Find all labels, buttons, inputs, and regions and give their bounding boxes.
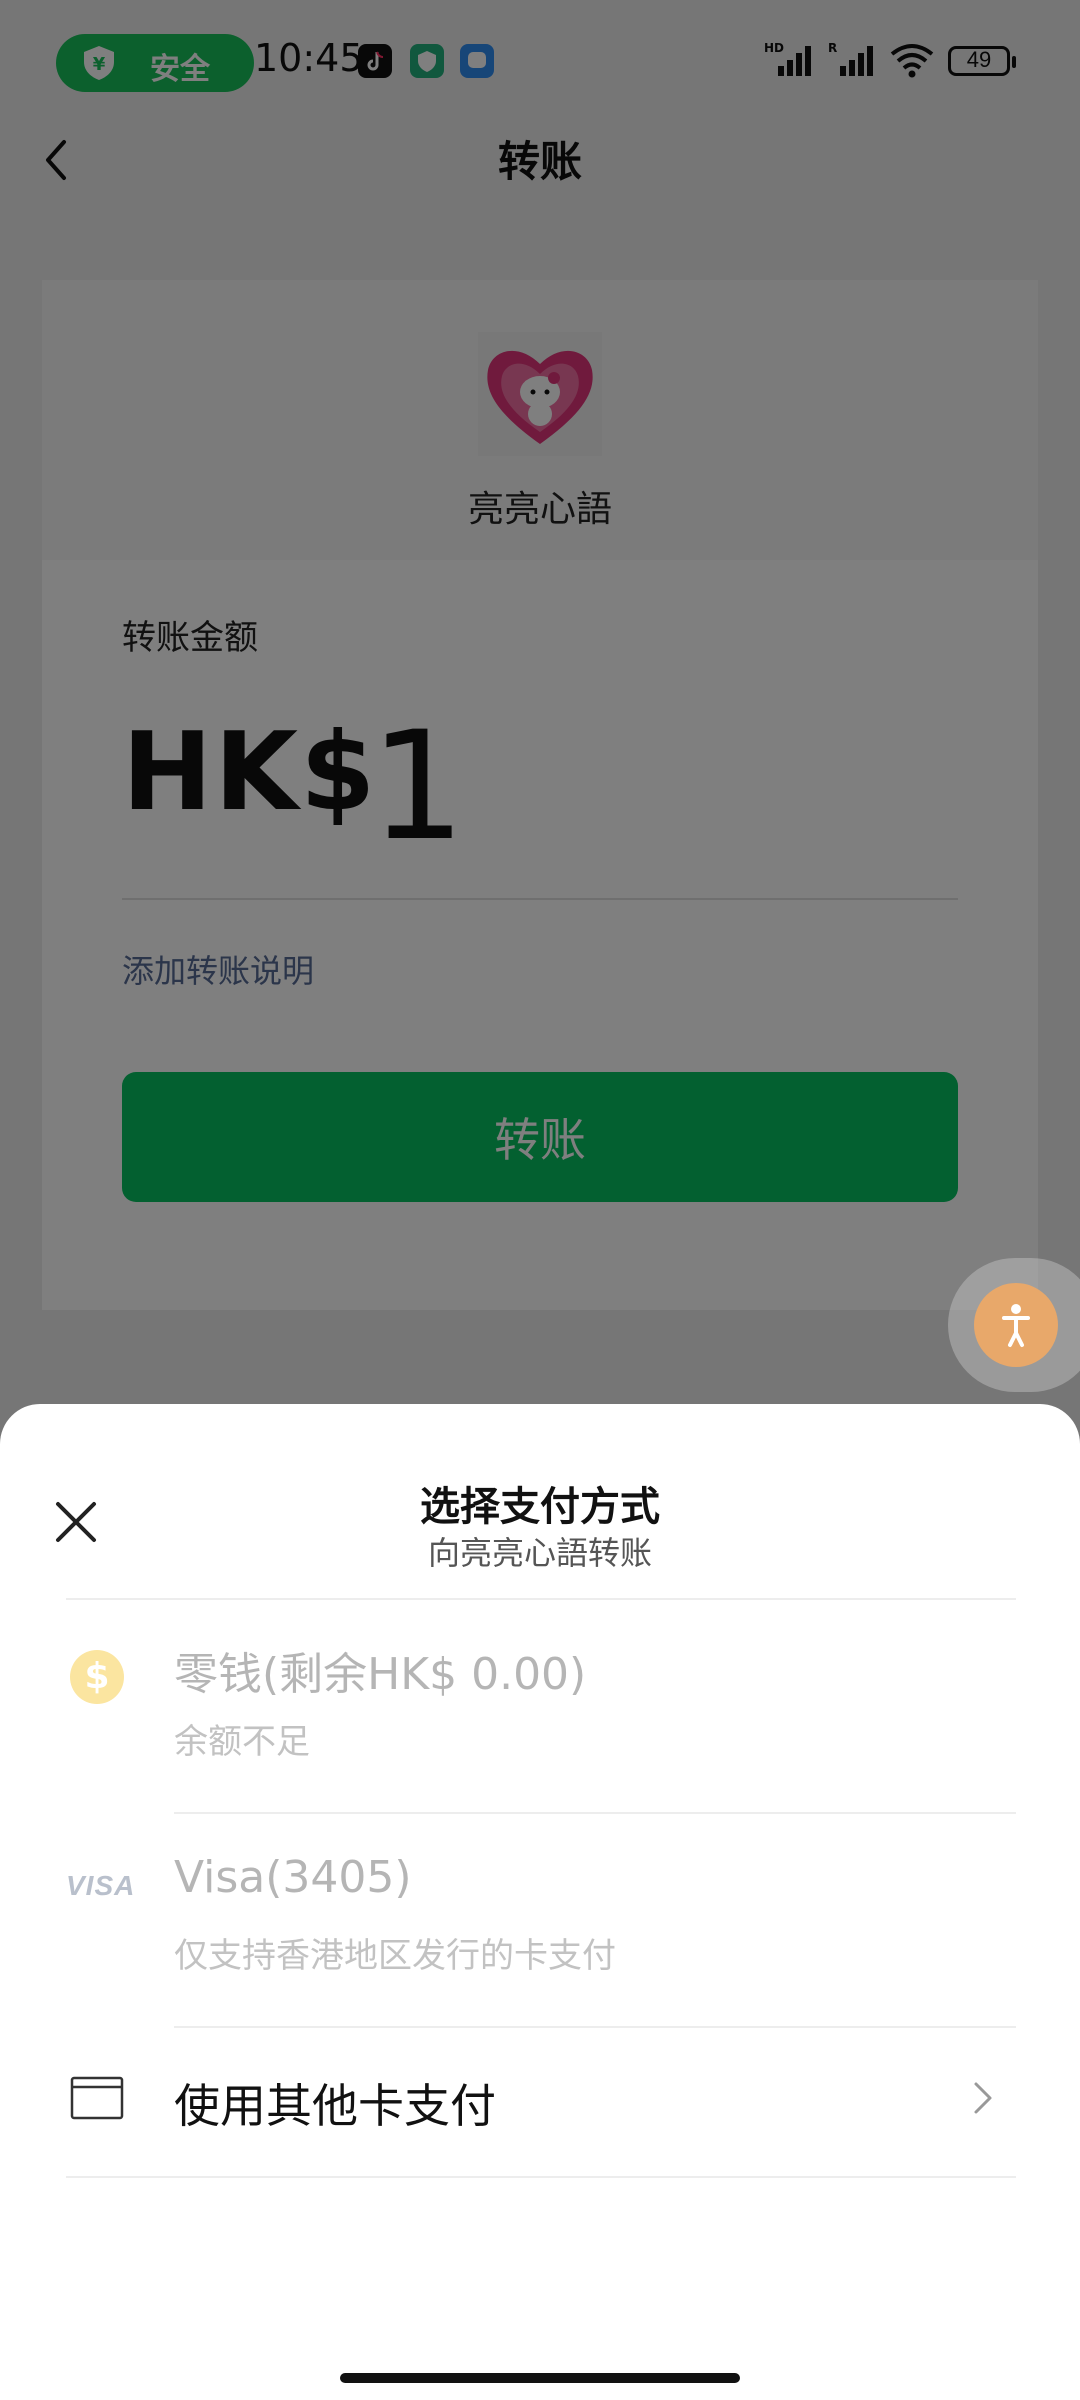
- pay-option-title: Visa(3405): [174, 1852, 412, 1903]
- payment-method-sheet: 选择支付方式 向亮亮心語转账 $ 零钱(剩余HK$ 0.00) 余额不足 VIS…: [0, 1404, 1080, 2400]
- use-other-card-button[interactable]: 使用其他卡支付: [0, 2024, 1080, 2174]
- use-other-card-label: 使用其他卡支付: [174, 2079, 496, 2133]
- home-indicator[interactable]: [340, 2373, 740, 2383]
- accessibility-float[interactable]: [948, 1258, 1080, 1392]
- divider: [66, 2176, 1016, 2178]
- pay-option-visa[interactable]: VISA Visa(3405) 仅支持香港地区发行的卡支付: [0, 1814, 1080, 2028]
- sheet-title: 选择支付方式: [420, 1484, 660, 1530]
- accessibility-icon: [974, 1283, 1058, 1367]
- pay-option-subtitle: 余额不足: [174, 1722, 310, 1762]
- visa-icon: VISA: [66, 1870, 136, 1901]
- transfer-screen: ¥ 安全 10:45 HD R: [0, 0, 1080, 2400]
- pay-option-balance[interactable]: $ 零钱(剩余HK$ 0.00) 余额不足: [0, 1600, 1080, 1814]
- sheet-subtitle: 向亮亮心語转账: [427, 1534, 652, 1572]
- card-icon: [70, 2076, 124, 2120]
- pay-option-subtitle: 仅支持香港地区发行的卡支付: [174, 1936, 616, 1976]
- pay-option-title: 零钱(剩余HK$ 0.00): [174, 1649, 587, 1700]
- coin-icon: $: [70, 1650, 124, 1704]
- chevron-right-icon: [974, 2082, 992, 2114]
